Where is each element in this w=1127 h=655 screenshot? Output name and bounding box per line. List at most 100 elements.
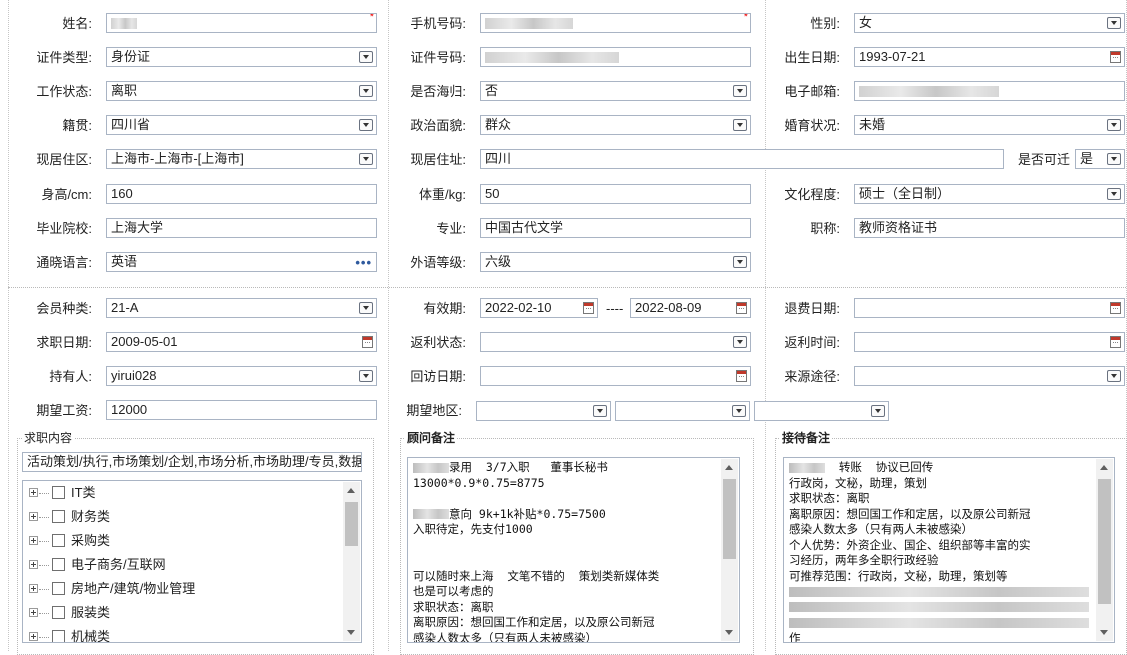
- scroll-up-arrow[interactable]: [725, 465, 733, 470]
- chevron-down-icon[interactable]: [733, 85, 747, 97]
- id-type-select[interactable]: 身份证: [106, 47, 377, 67]
- email-field[interactable]: [854, 81, 1125, 101]
- scroll-thumb[interactable]: [345, 502, 358, 546]
- scroll-thumb[interactable]: [723, 479, 736, 559]
- marital-select[interactable]: 未婚: [854, 115, 1125, 135]
- chevron-down-icon[interactable]: [1107, 119, 1121, 131]
- revisit-date-field[interactable]: [480, 366, 751, 386]
- weight-field[interactable]: 50: [480, 184, 751, 204]
- valid-from-field[interactable]: 2022-02-10: [480, 298, 598, 318]
- birth-date-field[interactable]: 1993-07-21: [854, 47, 1125, 67]
- current-address-field[interactable]: 四川: [480, 149, 1004, 169]
- calendar-icon[interactable]: [1110, 302, 1121, 314]
- checkbox[interactable]: [52, 486, 65, 499]
- tree-item-label: 电子商务/互联网: [71, 557, 166, 572]
- id-number-field[interactable]: [480, 47, 751, 67]
- work-status-select[interactable]: 离职: [106, 81, 377, 101]
- checkbox[interactable]: [52, 534, 65, 547]
- chevron-down-icon[interactable]: [359, 302, 373, 314]
- checkbox[interactable]: [52, 630, 65, 642]
- chevron-down-icon[interactable]: [1107, 370, 1121, 382]
- checkbox[interactable]: [52, 510, 65, 523]
- advisor-notes-textarea[interactable]: 录用 3/7入职 董事长秘书 13000*0.9*0.75=8775 意向 9k+1…: [407, 457, 740, 643]
- chevron-down-icon[interactable]: [359, 153, 373, 165]
- chevron-down-icon[interactable]: [733, 119, 747, 131]
- overseas-select[interactable]: 否: [480, 81, 751, 101]
- rebate-time-field[interactable]: [854, 332, 1125, 352]
- expand-icon[interactable]: [29, 632, 38, 641]
- chevron-down-icon[interactable]: [732, 405, 746, 417]
- relocate-select[interactable]: 是: [1075, 149, 1125, 169]
- calendar-icon[interactable]: [362, 336, 373, 348]
- checkbox[interactable]: [52, 606, 65, 619]
- expand-icon[interactable]: [29, 512, 38, 521]
- holder-select[interactable]: yirui028: [106, 366, 377, 386]
- expand-icon[interactable]: [29, 560, 38, 569]
- chevron-down-icon[interactable]: [359, 119, 373, 131]
- redacted-text: [789, 586, 1089, 597]
- source-select[interactable]: [854, 366, 1125, 386]
- calendar-icon[interactable]: [583, 302, 594, 314]
- political-select[interactable]: 群众: [480, 115, 751, 135]
- chevron-down-icon[interactable]: [733, 336, 747, 348]
- chevron-down-icon[interactable]: [1107, 153, 1121, 165]
- foreign-level-select[interactable]: 六级: [480, 252, 751, 272]
- major-field[interactable]: 中国古代文学: [480, 218, 751, 238]
- name-field[interactable]: *: [106, 13, 377, 33]
- chevron-down-icon[interactable]: [1107, 17, 1121, 29]
- calendar-icon[interactable]: [736, 302, 747, 314]
- region-city-select[interactable]: [615, 401, 750, 421]
- chevron-down-icon[interactable]: [359, 51, 373, 63]
- phone-field[interactable]: *: [480, 13, 751, 33]
- school-field[interactable]: 上海大学: [106, 218, 377, 238]
- refund-date-label: 退费日期:: [784, 301, 840, 316]
- scroll-down-arrow[interactable]: [725, 630, 733, 635]
- tree-item-label: 服装类: [71, 605, 111, 620]
- chevron-down-icon[interactable]: [871, 405, 885, 417]
- scroll-down-arrow[interactable]: [1100, 630, 1108, 635]
- current-area-select[interactable]: 上海市-上海市-[上海市]: [106, 149, 377, 169]
- checkbox[interactable]: [52, 582, 65, 595]
- origin-select[interactable]: 四川省: [106, 115, 377, 135]
- job-category-tree[interactable]: IT类 财务类 采购类 电子商务/互联网 房地产/建筑/物业管理 服装类 机械类: [22, 480, 362, 643]
- expand-icon[interactable]: [29, 536, 38, 545]
- checkbox[interactable]: [52, 558, 65, 571]
- expand-icon[interactable]: [29, 608, 38, 617]
- calendar-icon[interactable]: [1110, 336, 1121, 348]
- language-field[interactable]: 英语 •••: [106, 252, 377, 272]
- chevron-down-icon[interactable]: [359, 85, 373, 97]
- job-title-field[interactable]: 教师资格证书: [854, 218, 1125, 238]
- region-province-select[interactable]: [476, 401, 611, 421]
- chevron-down-icon[interactable]: [1107, 188, 1121, 200]
- gender-select[interactable]: 女: [854, 13, 1125, 33]
- chevron-down-icon[interactable]: [733, 256, 747, 268]
- scroll-down-arrow[interactable]: [347, 630, 355, 635]
- expand-icon[interactable]: [29, 488, 38, 497]
- job-date-field[interactable]: 2009-05-01: [106, 332, 377, 352]
- scroll-up-arrow[interactable]: [347, 488, 355, 493]
- height-field[interactable]: 160: [106, 184, 377, 204]
- calendar-icon[interactable]: [1110, 51, 1121, 63]
- chevron-down-icon[interactable]: [359, 370, 373, 382]
- scroll-up-arrow[interactable]: [1100, 465, 1108, 470]
- education-select[interactable]: 硕士（全日制）: [854, 184, 1125, 204]
- relocate-value: 是: [1080, 151, 1094, 166]
- salary-field[interactable]: 12000: [106, 400, 377, 420]
- more-options-icon[interactable]: •••: [355, 254, 372, 271]
- refund-date-field[interactable]: [854, 298, 1125, 318]
- reception-notes-textarea[interactable]: 转账 协议已回传 行政岗，文秘，助理，策划 求职状态：离职 离职原因：想回国工作和定居…: [783, 457, 1115, 643]
- job-content-summary[interactable]: 活动策划/执行,市场策划/企划,市场分析,市场助理/专员,数据: [22, 452, 362, 472]
- member-type-value: 21-A: [111, 300, 139, 315]
- chevron-down-icon[interactable]: [593, 405, 607, 417]
- scrollbar[interactable]: [721, 459, 738, 641]
- valid-to-field[interactable]: 2022-08-09: [630, 298, 751, 318]
- expand-icon[interactable]: [29, 584, 38, 593]
- scroll-thumb[interactable]: [1098, 479, 1111, 604]
- region-district-select[interactable]: [754, 401, 889, 421]
- scrollbar[interactable]: [1096, 459, 1113, 641]
- member-type-select[interactable]: 21-A: [106, 298, 377, 318]
- rebate-status-select[interactable]: [480, 332, 751, 352]
- weight-label: 体重/kg:: [419, 187, 466, 202]
- scrollbar[interactable]: [343, 482, 360, 641]
- calendar-icon[interactable]: [736, 370, 747, 382]
